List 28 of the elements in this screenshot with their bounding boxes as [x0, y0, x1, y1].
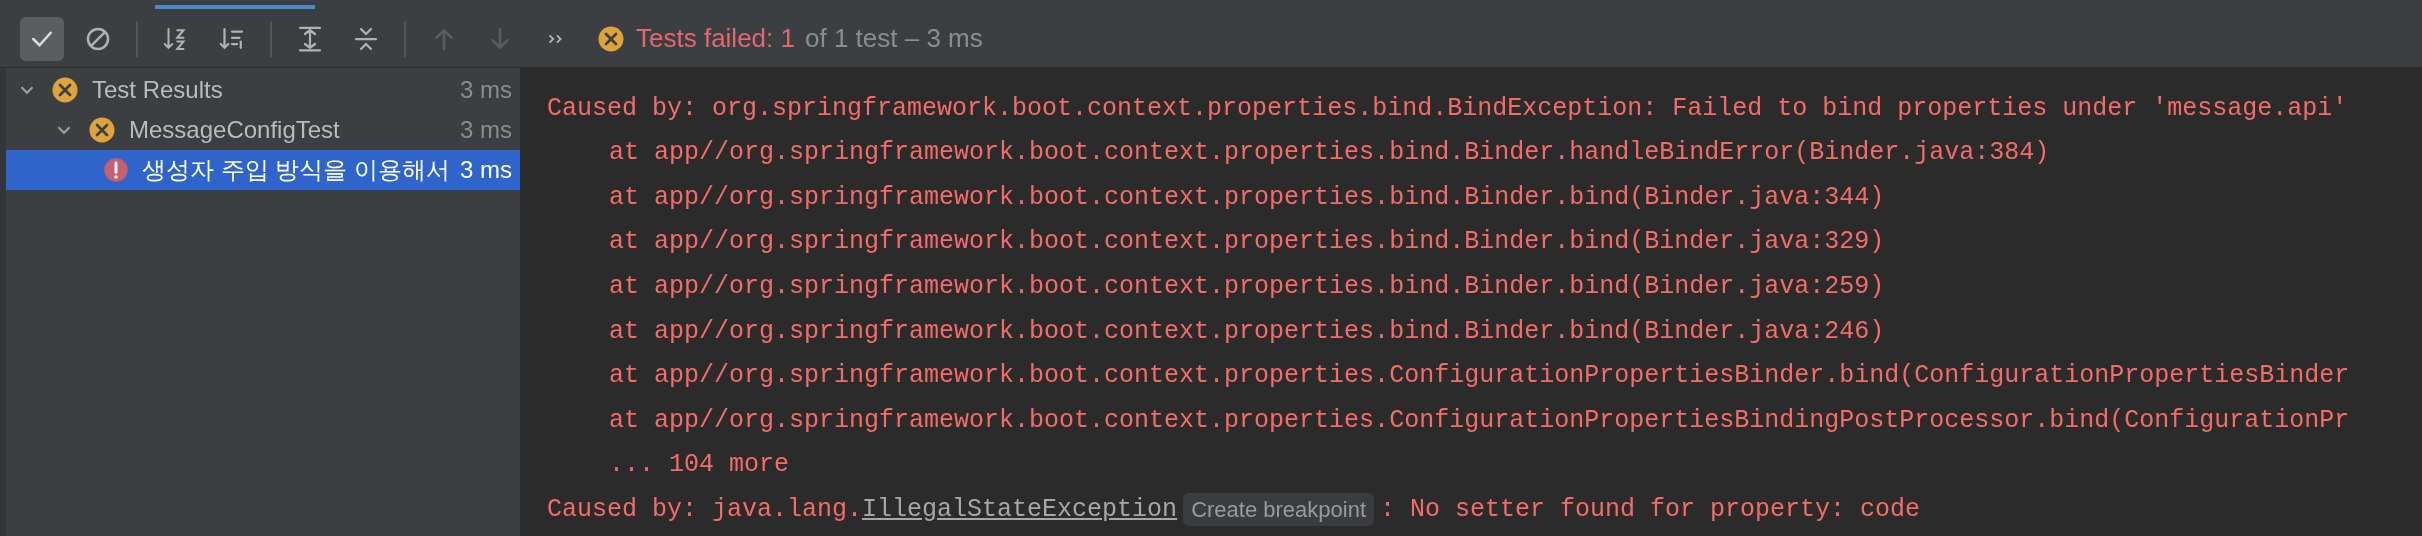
tree-item[interactable]: MessageConfigTest 3 ms	[6, 110, 520, 150]
test-duration: 3 ms	[460, 115, 512, 145]
test-duration: 3 ms	[460, 155, 512, 185]
console-line: : No setter found for property: code	[1380, 493, 1921, 526]
console-line: at app//org.springframework.boot.context.properties.bind.Binder.bind(Binder.java:329)	[609, 226, 1885, 259]
status-summary: of 1 test – 3 ms	[805, 22, 983, 55]
test-name: MessageConfigTest	[129, 115, 340, 145]
console-line: at app//org.springframework.boot.context.properties.ConfigurationPropertiesBindingPostProcessor.bind(ConfigurationPr	[609, 404, 2350, 437]
test-name: Test Results	[92, 75, 223, 105]
console-line: at app//org.springframework.boot.context.properties.bind.Binder.bind(Binder.java:259)	[609, 270, 1885, 303]
toolbar-button[interactable]	[20, 16, 64, 61]
test-name: 생성자 주입 방식을 이용해서	[141, 155, 450, 185]
test-duration: 3 ms	[460, 75, 512, 105]
console-line: at app//org.springframework.boot.context.properties.ConfigurationPropertiesBinder.bind(ConfigurationPropertiesBinder	[609, 360, 2350, 393]
failed-icon	[50, 75, 80, 105]
error-icon	[101, 156, 130, 184]
tree-item[interactable]: 생성자 주입 방식을 이용해서 3 ms	[6, 150, 520, 190]
console-line: at app//org.springframework.boot.context.properties.bind.Binder.bind(Binder.java:246)	[609, 315, 1885, 348]
failed-icon	[87, 115, 117, 145]
console-line: ... 104 more	[609, 449, 790, 482]
console-line: Caused by: java.lang.	[547, 493, 863, 526]
exception-link[interactable]: IllegalStateException	[862, 490, 1178, 529]
console-line: Caused by: org.springframework.boot.context.properties.bind.BindException: Failed to bind properties under 'message.api'	[547, 92, 2348, 125]
status-text: Tests failed: 1	[636, 22, 795, 55]
create-breakpoint-hint[interactable]: Create breakpoint	[1183, 493, 1374, 527]
console-line: at app//org.springframework.boot.context.properties.bind.Binder.handleBindError(Binder.java:384)	[609, 137, 2050, 170]
console-line: at app//org.springframework.boot.context.properties.bind.Binder.bind(Binder.java:344)	[609, 181, 1885, 214]
tree-item[interactable]: Test Results 3 ms	[6, 70, 520, 110]
